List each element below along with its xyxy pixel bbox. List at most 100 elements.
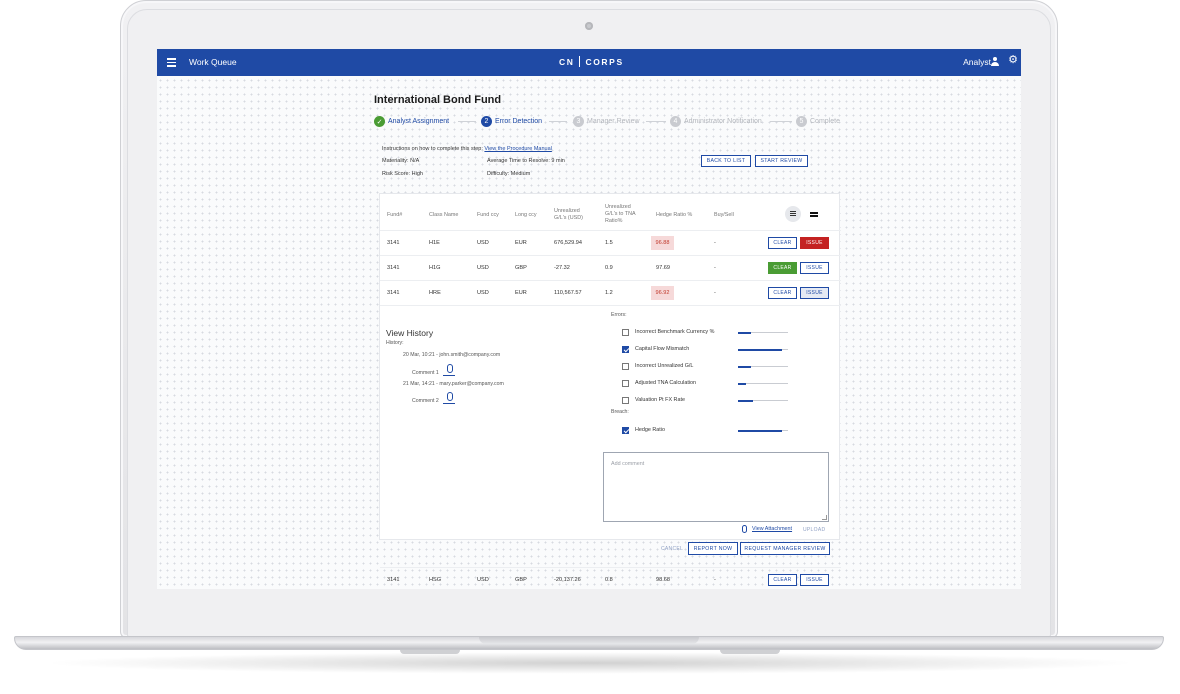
error-item[interactable]: Incorrect Benchmark Currency % — [622, 328, 802, 338]
request-manager-review-button[interactable]: REQUEST MANAGER REVIEW — [740, 542, 830, 555]
history-entry-meta: 20 Mar, 10:21 - john.smith@company.com — [403, 352, 501, 358]
error-item[interactable]: Adjusted TNA Calculation — [622, 379, 802, 389]
cell-class: HRE — [429, 290, 441, 296]
issue-button[interactable]: ISSUE — [800, 237, 829, 249]
user-role-label[interactable]: Analyst — [963, 57, 991, 67]
step-error-detection[interactable]: 2 Error Detection — [481, 116, 542, 127]
checkbox[interactable] — [622, 329, 629, 336]
checkbox-checked[interactable] — [622, 346, 629, 353]
fund-class-table: Fund# Class Name Fund ccy Long ccy Unrea… — [379, 193, 841, 586]
step-label: Administrator Notification — [684, 118, 762, 125]
start-review-button[interactable]: START REVIEW — [755, 155, 808, 167]
laptop-foot — [720, 650, 780, 654]
clear-button[interactable]: CLEAR — [768, 574, 797, 586]
issue-button[interactable]: ISSUE — [800, 574, 829, 586]
checkbox[interactable] — [622, 397, 629, 404]
materiality-text: Materiality: N/A — [382, 158, 420, 164]
confidence-bar — [738, 382, 788, 385]
procedure-manual-link[interactable]: View the Procedure Manual — [484, 146, 551, 152]
cell-fund-ccy: USD — [477, 577, 489, 583]
step-number: 2 — [481, 116, 492, 127]
confidence-bar — [738, 399, 788, 402]
user-icon[interactable] — [991, 57, 999, 66]
cell-fund: 3141 — [387, 577, 400, 583]
camera-icon — [585, 22, 593, 30]
checkbox[interactable] — [622, 363, 629, 370]
cell-long-ccy: EUR — [515, 290, 527, 296]
step-label: Manager Review — [587, 118, 640, 125]
error-label: Capital Flow Mismatch — [635, 346, 690, 352]
hedge-ratio-flag: 96.88 — [651, 236, 674, 250]
table-row[interactable]: 3141 H1E USD EUR 676,529.94 1.5 96.88 - … — [380, 230, 841, 255]
clear-button[interactable]: CLEAR — [768, 287, 797, 299]
laptop-notch — [479, 637, 699, 644]
breach-label-text: Hedge Ratio — [635, 427, 665, 433]
column-header: Fund ccy — [477, 212, 499, 218]
error-item[interactable]: Incorrect Unrealized G/L — [622, 362, 802, 372]
error-label: Incorrect Unrealized G/L — [635, 363, 694, 369]
density-icon[interactable] — [810, 212, 818, 217]
table-row[interactable]: 3141 HRE USD EUR 110,567.57 1.2 96.92 - … — [380, 280, 841, 305]
paperclip-icon[interactable] — [742, 525, 747, 533]
list-view-icon[interactable] — [785, 206, 801, 222]
confidence-bar — [738, 348, 788, 351]
history-comment[interactable]: Comment 1 — [412, 370, 439, 376]
page-title: International Bond Fund — [374, 94, 502, 106]
paperclip-icon[interactable] — [447, 392, 453, 401]
cell-ratio: 0.8 — [605, 577, 613, 583]
table-row[interactable]: 3141 HSG USD GBP -20,137.26 0.8 98.68 - … — [380, 567, 841, 589]
column-header: Buy/Sell — [714, 212, 734, 218]
cell-long-ccy: GBP — [515, 265, 527, 271]
back-to-list-button[interactable]: BACK TO LIST — [701, 155, 751, 167]
hamburger-menu-icon[interactable] — [167, 58, 176, 67]
clear-button[interactable]: CLEAR — [768, 237, 797, 249]
step-complete[interactable]: 5 Complete — [796, 116, 840, 127]
step-label: Error Detection — [495, 118, 543, 125]
upload-button[interactable]: UPLOAD — [803, 527, 825, 533]
cell-fund-ccy: USD — [477, 265, 489, 271]
brand-logo: CN CORPS — [559, 56, 624, 67]
cell-fund: 3141 — [387, 290, 400, 296]
confidence-bar-fill — [738, 429, 782, 432]
breach-item[interactable]: Hedge Ratio — [622, 426, 802, 436]
issue-button[interactable]: ISSUE — [800, 287, 829, 299]
history-entry-meta: 21 Mar, 14:21 - mary.parker@company.com — [403, 381, 504, 387]
comment-textarea[interactable]: Add comment — [603, 452, 829, 522]
issue-button[interactable]: ISSUE — [800, 262, 829, 274]
cell-fund-ccy: USD — [477, 290, 489, 296]
checkbox[interactable] — [622, 380, 629, 387]
resize-handle-icon[interactable] — [822, 515, 827, 520]
cell-long-ccy: EUR — [515, 240, 527, 246]
cell-fund: 3141 — [387, 265, 400, 271]
confidence-bar — [738, 331, 788, 334]
step-connector — [770, 121, 792, 122]
main-content: International Bond Fund ✓ Analyst Assign… — [157, 76, 1021, 589]
step-analyst-assignment[interactable]: ✓ Analyst Assignment — [374, 116, 449, 127]
cell-ratio: 0.9 — [605, 265, 613, 271]
laptop-foot — [400, 650, 460, 654]
cancel-button[interactable]: CANCEL — [661, 546, 683, 552]
cell-buysell: - — [714, 240, 716, 246]
error-item[interactable]: Valuation Pt FX Rate — [622, 396, 802, 406]
checkbox-checked[interactable] — [622, 427, 629, 434]
paperclip-icon[interactable] — [447, 364, 453, 373]
step-administrator-notification[interactable]: 4 Administrator Notification — [670, 116, 762, 127]
report-now-button[interactable]: REPORT NOW — [688, 542, 738, 555]
cell-ratio: 1.2 — [605, 290, 613, 296]
table-row[interactable]: 3141 H1G USD GBP -27.32 0.9 97.69 - CLEA… — [380, 255, 841, 280]
cell-unrealized: -27.32 — [554, 265, 570, 271]
confidence-bar-fill — [738, 365, 751, 368]
clear-button[interactable]: CLEAR — [768, 262, 797, 274]
step-manager-review[interactable]: 3 Manager Review — [573, 116, 640, 127]
error-label: Incorrect Benchmark Currency % — [635, 329, 715, 335]
view-attachment-link[interactable]: View Attachment — [752, 526, 792, 532]
error-item[interactable]: Capital Flow Mismatch — [622, 345, 802, 355]
history-comment[interactable]: Comment 2 — [412, 398, 439, 404]
step-number: 3 — [573, 116, 584, 127]
gear-icon[interactable]: ⚙ — [1008, 55, 1018, 66]
step-label: Analyst Assignment — [388, 118, 450, 125]
column-header: Long ccy — [515, 212, 537, 218]
hedge-ratio-flag: 96.92 — [651, 286, 674, 300]
cell-fund-ccy: USD — [477, 240, 489, 246]
cell-class: H1G — [429, 265, 441, 271]
